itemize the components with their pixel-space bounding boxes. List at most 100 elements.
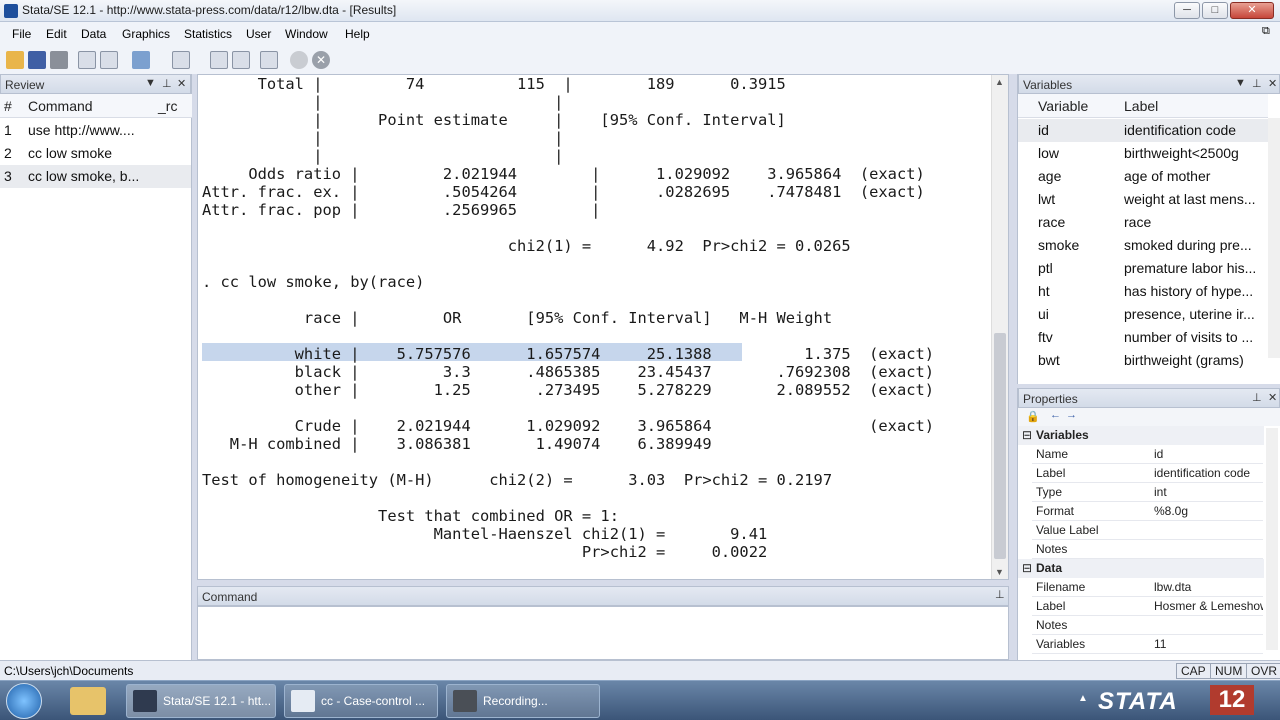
menu-statistics[interactable]: Statistics [184,27,232,41]
menu-data[interactable]: Data [81,27,106,41]
col-label[interactable]: Label [1124,94,1158,118]
pin-icon[interactable]: ⊥ [162,77,172,90]
data-editor-icon[interactable] [210,51,228,69]
variable-row[interactable]: age age of mother [1018,165,1268,188]
property-row[interactable]: Name id [1032,445,1263,464]
task-recording[interactable]: Recording... [446,684,600,718]
variable-row[interactable]: smoke smoked during pre... [1018,234,1268,257]
variable-row[interactable]: ht has history of hype... [1018,280,1268,303]
property-row[interactable]: Filename lbw.dta [1032,578,1263,597]
variable-row[interactable]: race race [1018,211,1268,234]
variable-row[interactable]: bwt birthweight (grams) [1018,349,1268,372]
task-help[interactable]: cc - Case-control ... [284,684,438,718]
property-key: Filename [1036,580,1086,594]
open-icon[interactable] [6,51,24,69]
variable-name: age [1038,168,1062,184]
property-row[interactable]: Notes [1032,616,1263,635]
close-pane-icon[interactable]: ✕ [177,77,186,90]
menu-bar: File Edit Data Graphics Statistics User … [0,22,1280,46]
pin-icon[interactable]: ⊥ [1252,77,1262,90]
menu-user[interactable]: User [246,27,271,41]
col-rc[interactable]: _rc [158,94,177,118]
restore-pane-icon[interactable]: ⧉ [1262,25,1270,38]
results-output[interactable]: Total | 74 115 | 189 0.3915 | | | Point … [202,75,934,615]
maximize-button[interactable]: □ [1202,2,1228,19]
menu-help[interactable]: Help [345,27,370,41]
property-key: Label [1036,599,1066,613]
pin-icon[interactable]: ⊥ [995,588,1005,601]
results-scrollbar[interactable]: ▲ ▼ [991,75,1008,579]
property-row[interactable]: Type int [1032,483,1263,502]
variable-name: id [1038,122,1049,138]
scroll-up-icon[interactable]: ▲ [995,77,1004,87]
variable-label: has history of hype... [1124,283,1254,299]
col-variable[interactable]: Variable [1038,94,1088,118]
filter-icon[interactable]: ▼ [1235,77,1246,89]
variables-section[interactable]: ⊟ Variables [1018,426,1264,445]
document-task-icon [291,690,315,712]
review-row[interactable]: 2 cc low smoke [0,142,191,165]
row-command: use http://www.... [28,122,135,138]
variable-label: race [1124,214,1152,230]
task-stata[interactable]: Stata/SE 12.1 - htt... [126,684,276,718]
menu-graphics[interactable]: Graphics [122,27,170,41]
task-label: Recording... [483,694,548,708]
scroll-down-icon[interactable]: ▼ [995,567,1004,577]
explorer-icon[interactable] [70,687,106,715]
results-pane[interactable]: Total | 74 115 | 189 0.3915 | | | Point … [197,74,1009,615]
close-pane-icon[interactable]: ✕ [1268,77,1277,90]
menu-file[interactable]: File [12,27,31,41]
close-button[interactable]: ✕ [1230,2,1274,19]
start-button[interactable] [6,683,42,719]
collapse-icon[interactable]: ⊟ [1022,559,1032,578]
col-command[interactable]: Command [28,94,93,118]
viewer-icon[interactable] [100,51,118,69]
variable-row[interactable]: ptl premature labor his... [1018,257,1268,280]
command-input[interactable] [197,606,1009,660]
graph-icon[interactable] [132,51,150,69]
property-row[interactable]: Notes [1032,540,1263,559]
variable-row[interactable]: id identification code [1018,119,1268,142]
property-row[interactable]: Label Hosmer & Lemeshow [1032,597,1263,616]
properties-scrollbar[interactable] [1266,428,1278,650]
print-icon[interactable] [50,51,68,69]
variables-manager-icon[interactable] [260,51,278,69]
variable-name: bwt [1038,352,1060,368]
variables-scrollbar[interactable] [1268,118,1280,358]
property-row[interactable]: Format %8.0g [1032,502,1263,521]
data-section[interactable]: ⊟ Data [1018,559,1264,578]
filter-icon[interactable]: ▼ [145,77,156,89]
save-icon[interactable] [28,51,46,69]
menu-window[interactable]: Window [285,27,328,41]
properties-pane: Properties ⊥ ✕ 🔒 ← → ⊟ Variables Name id L… [1017,388,1280,660]
col-number[interactable]: # [4,94,12,118]
properties-toolbar: 🔒 ← → [1018,408,1280,426]
break-icon[interactable]: ✕ [312,51,330,69]
log-icon[interactable] [78,51,96,69]
forward-arrow-icon[interactable]: → [1066,409,1077,421]
property-row[interactable]: Label identification code [1032,464,1263,483]
property-row[interactable]: Variables 11 [1032,635,1263,654]
scroll-thumb[interactable] [994,333,1006,559]
collapse-icon[interactable]: ⊟ [1022,426,1032,445]
property-key: Name [1036,447,1069,461]
variable-name: ui [1038,306,1049,322]
lock-icon[interactable]: 🔒 [1026,410,1040,423]
menu-edit[interactable]: Edit [46,27,67,41]
tray-expand-icon[interactable]: ▲ [1078,693,1088,704]
review-row[interactable]: 1 use http://www.... [0,119,191,142]
minimize-button[interactable]: ─ [1174,2,1200,19]
back-arrow-icon[interactable]: ← [1050,409,1061,421]
close-pane-icon[interactable]: ✕ [1268,391,1277,404]
data-browser-icon[interactable] [232,51,250,69]
variable-row[interactable]: low birthweight<2500g [1018,142,1268,165]
more-icon[interactable] [290,51,308,69]
pin-icon[interactable]: ⊥ [1252,391,1262,404]
do-file-editor-icon[interactable] [172,51,190,69]
variable-row[interactable]: ui presence, uterine ir... [1018,303,1268,326]
review-row[interactable]: 3 cc low smoke, b... [0,165,191,188]
variable-row[interactable]: lwt weight at last mens... [1018,188,1268,211]
property-row[interactable]: Value Label [1032,521,1263,540]
window-title: Stata/SE 12.1 - http://www.stata-press.c… [22,3,397,17]
variable-row[interactable]: ftv number of visits to ... [1018,326,1268,349]
